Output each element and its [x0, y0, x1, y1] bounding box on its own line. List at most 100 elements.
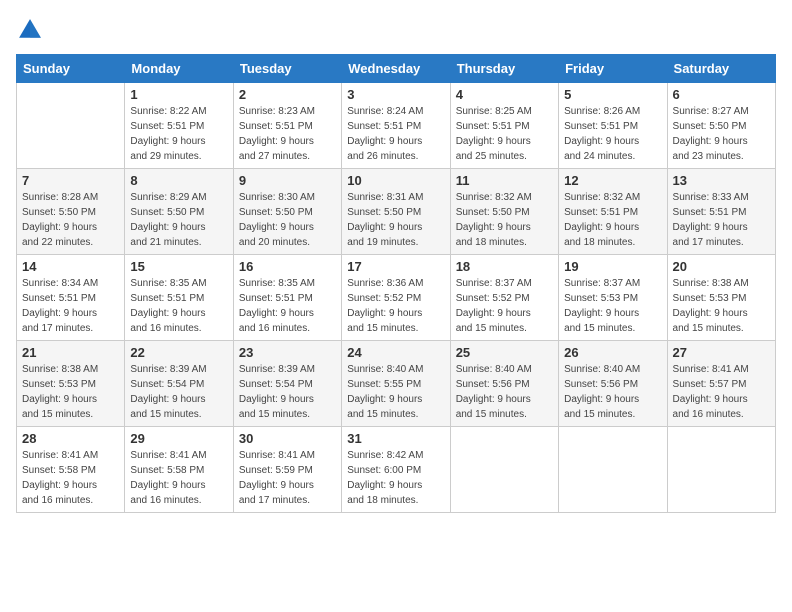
day-info: Sunrise: 8:32 AMSunset: 5:50 PMDaylight:… [456, 190, 553, 250]
day-number: 26 [564, 345, 661, 360]
calendar-table: SundayMondayTuesdayWednesdayThursdayFrid… [16, 54, 776, 513]
day-number: 29 [130, 431, 227, 446]
calendar-cell: 2Sunrise: 8:23 AMSunset: 5:51 PMDaylight… [233, 83, 341, 169]
day-info: Sunrise: 8:37 AMSunset: 5:52 PMDaylight:… [456, 276, 553, 336]
calendar-cell [667, 427, 775, 513]
day-info: Sunrise: 8:34 AMSunset: 5:51 PMDaylight:… [22, 276, 119, 336]
day-info: Sunrise: 8:40 AMSunset: 5:55 PMDaylight:… [347, 362, 444, 422]
day-number: 6 [673, 87, 770, 102]
logo [16, 16, 48, 44]
calendar-week-row: 28 Sunrise: 8:41 AMSunset: 5:58 PMDayligh… [17, 427, 776, 513]
calendar-cell: 21Sunrise: 8:38 AMSunset: 5:53 PMDayligh… [17, 341, 125, 427]
calendar-cell [17, 83, 125, 169]
calendar-cell: 22 Sunrise: 8:39 AMSunset: 5:54 PMDayligh… [125, 341, 233, 427]
day-info: Sunrise: 8:26 AMSunset: 5:51 PMDaylight:… [564, 104, 661, 164]
day-number: 10 [347, 173, 444, 188]
day-number: 7 [22, 173, 119, 188]
day-info: Sunrise: 8:32 AMSunset: 5:51 PMDaylight:… [564, 190, 661, 250]
day-number: 9 [239, 173, 336, 188]
calendar-cell: 18 Sunrise: 8:37 AMSunset: 5:52 PMDayligh… [450, 255, 558, 341]
day-number: 24 [347, 345, 444, 360]
calendar-cell: 8 Sunrise: 8:29 AMSunset: 5:50 PMDaylight… [125, 169, 233, 255]
header-cell-monday: Monday [125, 55, 233, 83]
day-info: Sunrise: 8:40 AMSunset: 5:56 PMDaylight:… [456, 362, 553, 422]
calendar-cell: 3 Sunrise: 8:24 AMSunset: 5:51 PMDaylight… [342, 83, 450, 169]
logo-icon [16, 16, 44, 44]
header-cell-saturday: Saturday [667, 55, 775, 83]
day-number: 3 [347, 87, 444, 102]
day-info: Sunrise: 8:38 AMSunset: 5:53 PMDaylight:… [673, 276, 770, 336]
day-number: 25 [456, 345, 553, 360]
day-number: 18 [456, 259, 553, 274]
calendar-cell: 11 Sunrise: 8:32 AMSunset: 5:50 PMDayligh… [450, 169, 558, 255]
day-number: 31 [347, 431, 444, 446]
day-info: Sunrise: 8:39 AMSunset: 5:54 PMDaylight:… [239, 362, 336, 422]
calendar-cell: 29 Sunrise: 8:41 AMSunset: 5:58 PMDayligh… [125, 427, 233, 513]
calendar-cell: 6 Sunrise: 8:27 AMSunset: 5:50 PMDaylight… [667, 83, 775, 169]
day-number: 4 [456, 87, 553, 102]
calendar-cell: 23 Sunrise: 8:39 AMSunset: 5:54 PMDayligh… [233, 341, 341, 427]
day-number: 15 [130, 259, 227, 274]
day-number: 5 [564, 87, 661, 102]
day-info: Sunrise: 8:36 AMSunset: 5:52 PMDaylight:… [347, 276, 444, 336]
calendar-header-row: SundayMondayTuesdayWednesdayThursdayFrid… [17, 55, 776, 83]
day-number: 28 [22, 431, 119, 446]
day-info: Sunrise: 8:23 AMSunset: 5:51 PMDaylight:… [239, 104, 336, 164]
day-number: 30 [239, 431, 336, 446]
calendar-cell: 20 Sunrise: 8:38 AMSunset: 5:53 PMDayligh… [667, 255, 775, 341]
day-info: Sunrise: 8:31 AMSunset: 5:50 PMDaylight:… [347, 190, 444, 250]
calendar-cell: 19 Sunrise: 8:37 AMSunset: 5:53 PMDayligh… [559, 255, 667, 341]
calendar-cell: 5 Sunrise: 8:26 AMSunset: 5:51 PMDaylight… [559, 83, 667, 169]
day-info: Sunrise: 8:35 AMSunset: 5:51 PMDaylight:… [239, 276, 336, 336]
day-info: Sunrise: 8:33 AMSunset: 5:51 PMDaylight:… [673, 190, 770, 250]
calendar-cell [450, 427, 558, 513]
day-info: Sunrise: 8:37 AMSunset: 5:53 PMDaylight:… [564, 276, 661, 336]
calendar-cell: 28Sunrise: 8:41 AMSunset: 5:58 PMDayligh… [17, 427, 125, 513]
day-number: 23 [239, 345, 336, 360]
day-number: 17 [347, 259, 444, 274]
calendar-week-row: 14 Sunrise: 8:34 AMSunset: 5:51 PMDayligh… [17, 255, 776, 341]
calendar-cell: 30 Sunrise: 8:41 AMSunset: 5:59 PMDayligh… [233, 427, 341, 513]
day-info: Sunrise: 8:41 AMSunset: 5:57 PMDaylight:… [673, 362, 770, 422]
day-number: 19 [564, 259, 661, 274]
calendar-cell: 13 Sunrise: 8:33 AMSunset: 5:51 PMDayligh… [667, 169, 775, 255]
calendar-cell: 1 Sunrise: 8:22 AMSunset: 5:51 PMDaylight… [125, 83, 233, 169]
header-cell-sunday: Sunday [17, 55, 125, 83]
calendar-cell: 12 Sunrise: 8:32 AMSunset: 5:51 PMDayligh… [559, 169, 667, 255]
calendar-cell: 27Sunrise: 8:41 AMSunset: 5:57 PMDayligh… [667, 341, 775, 427]
calendar-cell [559, 427, 667, 513]
calendar-cell: 4Sunrise: 8:25 AMSunset: 5:51 PMDaylight… [450, 83, 558, 169]
day-number: 16 [239, 259, 336, 274]
day-info: Sunrise: 8:24 AMSunset: 5:51 PMDaylight:… [347, 104, 444, 164]
header-cell-friday: Friday [559, 55, 667, 83]
calendar-cell: 17 Sunrise: 8:36 AMSunset: 5:52 PMDayligh… [342, 255, 450, 341]
day-number: 14 [22, 259, 119, 274]
calendar-cell: 14 Sunrise: 8:34 AMSunset: 5:51 PMDayligh… [17, 255, 125, 341]
page-header [16, 16, 776, 44]
day-number: 12 [564, 173, 661, 188]
day-number: 8 [130, 173, 227, 188]
day-info: Sunrise: 8:22 AMSunset: 5:51 PMDaylight:… [130, 104, 227, 164]
calendar-cell: 10 Sunrise: 8:31 AMSunset: 5:50 PMDayligh… [342, 169, 450, 255]
day-number: 1 [130, 87, 227, 102]
calendar-cell: 9 Sunrise: 8:30 AMSunset: 5:50 PMDaylight… [233, 169, 341, 255]
calendar-cell: 25 Sunrise: 8:40 AMSunset: 5:56 PMDayligh… [450, 341, 558, 427]
day-number: 22 [130, 345, 227, 360]
calendar-cell: 16 Sunrise: 8:35 AMSunset: 5:51 PMDayligh… [233, 255, 341, 341]
day-info: Sunrise: 8:30 AMSunset: 5:50 PMDaylight:… [239, 190, 336, 250]
calendar-week-row: 21Sunrise: 8:38 AMSunset: 5:53 PMDayligh… [17, 341, 776, 427]
calendar-cell: 31 Sunrise: 8:42 AMSunset: 6:00 PMDayligh… [342, 427, 450, 513]
day-info: Sunrise: 8:27 AMSunset: 5:50 PMDaylight:… [673, 104, 770, 164]
day-number: 20 [673, 259, 770, 274]
calendar-cell: 7Sunrise: 8:28 AMSunset: 5:50 PMDaylight… [17, 169, 125, 255]
day-info: Sunrise: 8:41 AMSunset: 5:58 PMDaylight:… [130, 448, 227, 508]
day-info: Sunrise: 8:29 AMSunset: 5:50 PMDaylight:… [130, 190, 227, 250]
day-number: 11 [456, 173, 553, 188]
header-cell-wednesday: Wednesday [342, 55, 450, 83]
day-number: 13 [673, 173, 770, 188]
day-info: Sunrise: 8:42 AMSunset: 6:00 PMDaylight:… [347, 448, 444, 508]
day-info: Sunrise: 8:35 AMSunset: 5:51 PMDaylight:… [130, 276, 227, 336]
header-cell-tuesday: Tuesday [233, 55, 341, 83]
day-info: Sunrise: 8:39 AMSunset: 5:54 PMDaylight:… [130, 362, 227, 422]
day-info: Sunrise: 8:41 AMSunset: 5:59 PMDaylight:… [239, 448, 336, 508]
